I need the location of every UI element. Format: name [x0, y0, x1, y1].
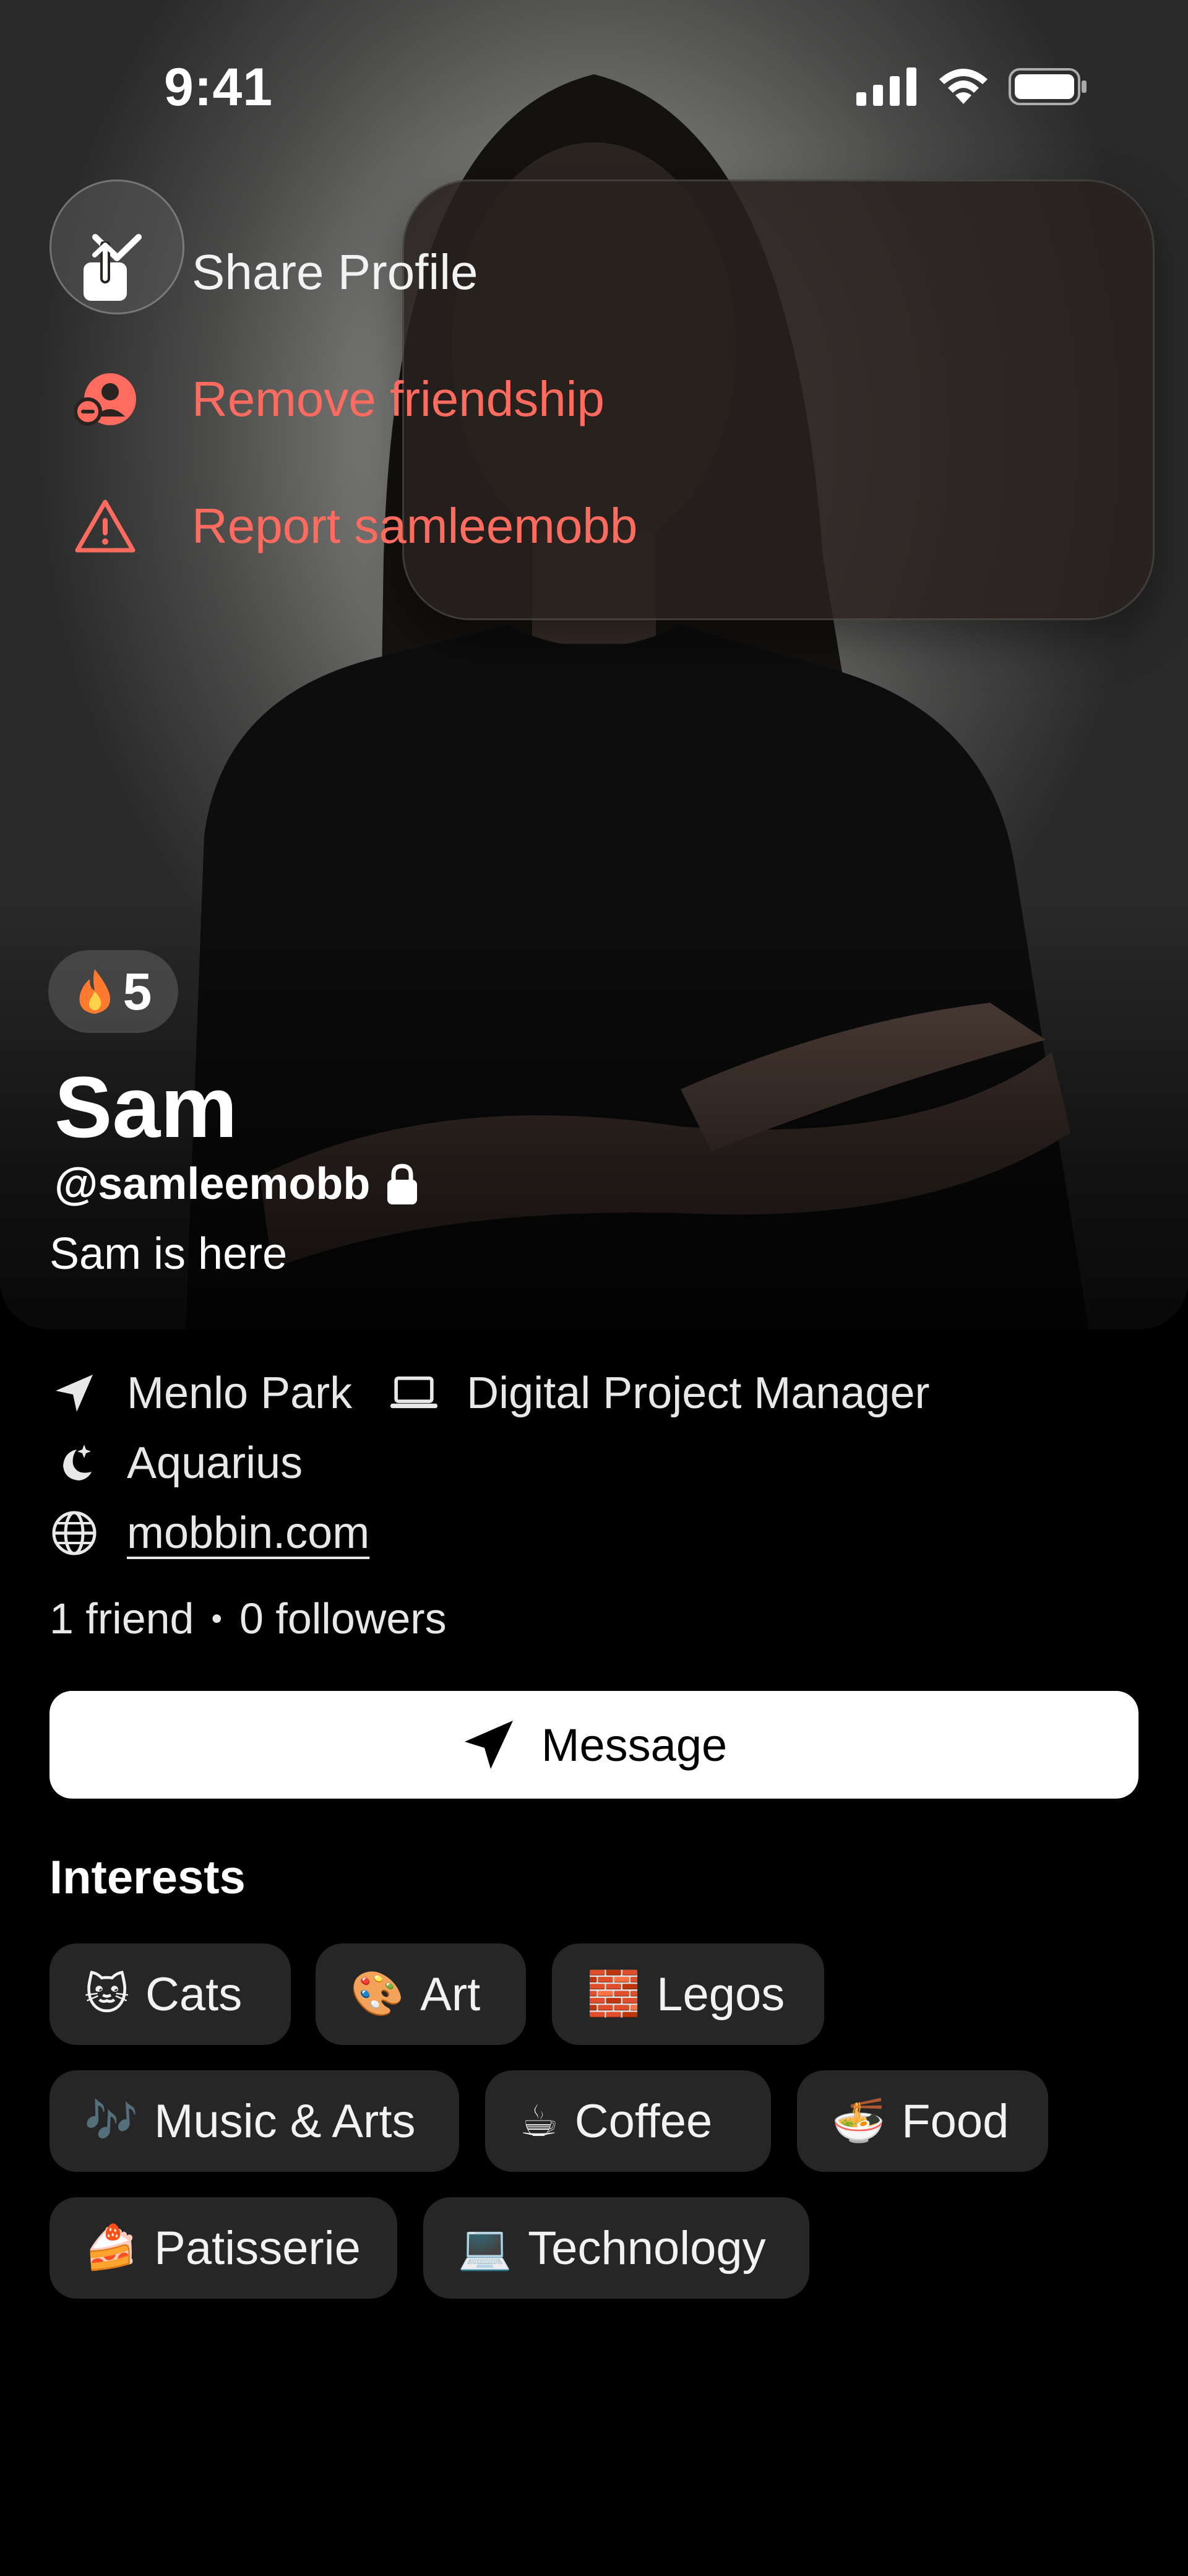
chip-label: Legos — [656, 1968, 785, 2021]
profile-handle: @samleemobb — [54, 1159, 371, 1209]
interest-chip[interactable]: 🧱 Legos — [552, 1943, 824, 2045]
interest-chip[interactable]: 🎨 Art — [316, 1943, 526, 2045]
moon-stars-icon — [50, 1438, 99, 1488]
send-icon — [464, 1721, 513, 1769]
noodle-bowl-icon: 🍜 — [832, 2096, 886, 2145]
chip-label: Technology — [528, 2221, 766, 2275]
message-label: Message — [541, 1719, 728, 1771]
chip-label: Coffee — [574, 2094, 713, 2148]
menu-item-label: Report samleemobb — [192, 498, 638, 553]
chip-label: Patisserie — [154, 2221, 361, 2275]
chip-label: Music & Arts — [154, 2094, 416, 2148]
friend-stats: 1 friend • 0 followers — [50, 1594, 447, 1643]
cat-icon: 🐱 — [84, 1970, 129, 2018]
job-item: Digital Project Manager — [389, 1368, 930, 1419]
streak-count: 5 — [123, 962, 152, 1021]
menu-item-report[interactable]: Report samleemobb — [74, 489, 637, 563]
palette-icon: 🎨 — [350, 1969, 405, 2018]
info-row-zodiac: Aquarius — [50, 1438, 303, 1489]
music-notes-icon: 🎶 — [84, 2096, 139, 2145]
interest-chip[interactable]: 🍰 Patisserie — [50, 2197, 397, 2299]
cake-icon: 🍰 — [84, 2223, 139, 2271]
signal-icon — [856, 67, 916, 106]
info-row-location-job: Menlo Park Digital Project Manager — [50, 1368, 930, 1419]
chip-label: Cats — [145, 1968, 243, 2021]
interest-chip[interactable]: 🍜 Food — [797, 2070, 1048, 2172]
wifi-icon — [939, 69, 988, 104]
interest-chip[interactable]: 💻 Technology — [423, 2197, 809, 2299]
menu-item-label: Share Profile — [192, 244, 478, 300]
friends-count[interactable]: 1 friend — [50, 1594, 194, 1643]
interest-chip[interactable]: 🎶 Music & Arts — [50, 2070, 459, 2172]
stats-separator: • — [211, 1601, 222, 1636]
battery-icon — [1009, 68, 1087, 105]
streak-badge: 5 — [48, 950, 178, 1033]
handle-row: @samleemobb — [54, 1159, 420, 1209]
chip-label: Food — [902, 2094, 1009, 2148]
laptop-icon — [389, 1368, 439, 1418]
profile-bio: Sam is here — [50, 1229, 288, 1279]
globe-icon — [50, 1508, 99, 1558]
website-link[interactable]: mobbin.com — [127, 1508, 369, 1558]
warning-icon — [74, 495, 136, 557]
lock-icon — [387, 1164, 418, 1204]
zodiac-text: Aquarius — [127, 1438, 303, 1488]
menu-item-remove-friendship[interactable]: Remove friendship — [74, 362, 605, 436]
brick-icon: 🧱 — [587, 1969, 641, 2018]
location-text: Menlo Park — [127, 1368, 353, 1418]
remove-friend-icon — [74, 368, 136, 430]
message-button[interactable]: Message — [50, 1691, 1138, 1799]
interest-chip[interactable]: ☕ Coffee — [485, 2070, 771, 2172]
profile-name: Sam — [54, 1058, 238, 1156]
share-icon — [74, 241, 136, 303]
menu-item-share-profile[interactable]: Share Profile — [74, 235, 478, 309]
location-arrow-icon — [50, 1368, 99, 1418]
status-time: 9:41 — [164, 58, 273, 117]
followers-count[interactable]: 0 followers — [239, 1594, 447, 1643]
interest-chip[interactable]: 🐱 Cats — [50, 1943, 291, 2045]
coffee-icon: ☕ — [520, 2097, 559, 2145]
status-icons — [856, 67, 1089, 106]
menu-item-label: Remove friendship — [192, 371, 605, 426]
info-row-website: mobbin.com — [50, 1508, 369, 1558]
fire-icon — [79, 969, 110, 1014]
interests-title: Interests — [50, 1851, 246, 1904]
job-text: Digital Project Manager — [467, 1368, 930, 1418]
chip-label: Art — [420, 1968, 481, 2021]
laptop-emoji-icon: 💻 — [458, 2223, 512, 2271]
